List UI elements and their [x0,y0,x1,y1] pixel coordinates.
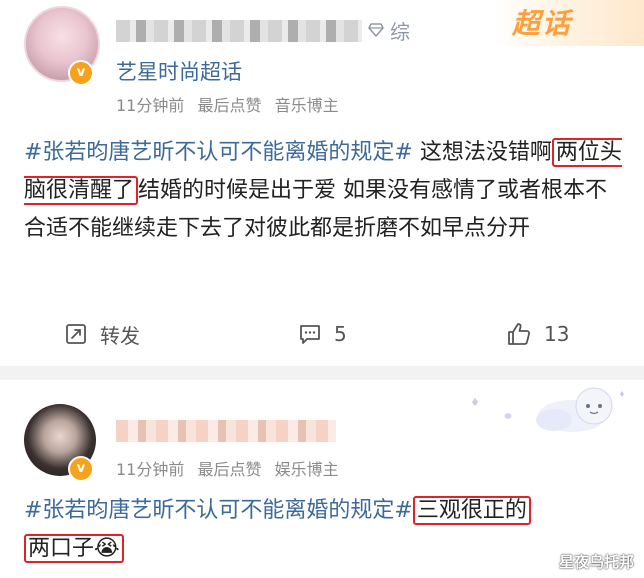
author-role: 音乐博主 [274,96,339,115]
weibo-post-2: v 11分钟前 最后点赞 娱乐博主 #张若昀唐艺昕不认可不能离婚的规定# 三观很正… [0,380,644,578]
post-body: #张若昀唐艺昕不认可不能离婚的规定# 三观很正的两口子😭 [24,492,636,568]
weibo-post-1: 超话 v 综 艺星时尚超话 11分钟前 最后点赞 音乐博主 #张若昀唐艺昕不认可… [0,0,644,366]
highlight-text-2: 两口子 [28,536,95,561]
highlight-box-1: 三观很正的 [412,496,531,525]
crying-emoji-icon: 😭 [94,536,120,561]
watermark: 星夜乌托邦 [558,553,634,571]
author-role: 娱乐博主 [274,460,339,479]
post-divider [0,366,644,380]
post-meta: 11分钟前 最后点赞 音乐博主 [116,92,347,116]
username-blurred[interactable] [116,20,362,42]
like-count: 13 [544,322,570,346]
username-blurred[interactable] [116,420,336,442]
body-text-before: 这想法没错啊 [412,140,552,165]
last-like-status: 最后点赞 [197,96,262,115]
cloud-decoration-icon [472,387,624,432]
action-bar: 转发 5 13 [0,312,644,356]
last-like-status: 最后点赞 [197,460,262,479]
verified-badge-icon: v [68,60,94,86]
supertopic-badge[interactable]: 超话 [512,2,572,42]
comment-icon [300,325,320,344]
comment-button[interactable]: 5 [298,318,347,350]
diamond-icon [368,23,384,37]
repost-icon [66,324,86,344]
source-tag: 综 [390,20,410,44]
thumbs-up-icon [508,323,531,345]
supertopic-source-link[interactable]: 艺星时尚超话 [116,56,242,86]
post-time: 11分钟前 [116,96,185,115]
topic-link[interactable]: #张若昀唐艺昕不认可不能离婚的规定# [24,140,413,165]
post-time: 11分钟前 [116,460,185,479]
verified-badge-icon: v [68,456,94,482]
like-button[interactable]: 13 [506,318,569,350]
highlight-box-2: 两口子😭 [24,534,124,563]
topic-link[interactable]: #张若昀唐艺昕不认可不能离婚的规定# [24,498,413,523]
post-body: #张若昀唐艺昕不认可不能离婚的规定# 这想法没错啊 两位头脑很清醒了 结婚的时候是出… [24,134,628,248]
comment-count: 5 [334,322,347,346]
post-meta: 11分钟前 最后点赞 娱乐博主 [116,456,347,480]
repost-button[interactable]: 转发 [64,318,140,350]
repost-label: 转发 [100,323,140,348]
